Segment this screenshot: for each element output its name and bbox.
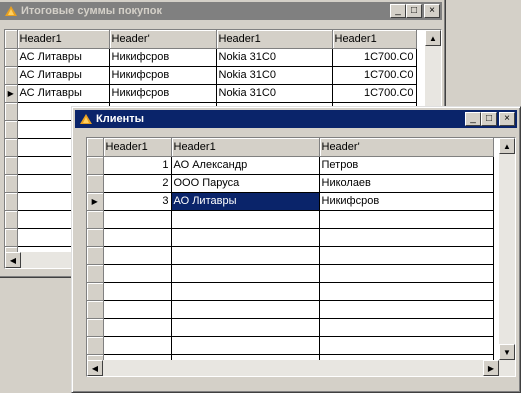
- table-cell[interactable]: 2: [103, 174, 172, 193]
- row-indicator[interactable]: [5, 120, 18, 139]
- row-indicator[interactable]: [87, 228, 104, 247]
- row-indicator[interactable]: [5, 210, 18, 229]
- row-indicator[interactable]: [87, 210, 104, 229]
- app-icon: [5, 6, 17, 16]
- row-indicator[interactable]: [87, 336, 104, 355]
- table-row[interactable]: 2 ООО Паруса Николаев: [87, 174, 494, 193]
- clients-window: Клиенты _ □ × Header1 Header1 Header' 1 …: [71, 106, 521, 393]
- current-row-indicator[interactable]: ▶: [87, 192, 104, 211]
- table-cell[interactable]: 3: [103, 192, 172, 211]
- row-indicator[interactable]: [87, 318, 104, 337]
- clients-grid[interactable]: Header1 Header1 Header' 1 АО Александр П…: [86, 137, 516, 377]
- maximize-button[interactable]: □: [406, 4, 422, 18]
- row-indicator[interactable]: [87, 174, 104, 193]
- table-cell[interactable]: 1С700.С0: [332, 66, 417, 85]
- scroll-up-button[interactable]: ▲: [425, 30, 441, 46]
- scroll-up-button[interactable]: ▲: [499, 138, 515, 154]
- app-icon: [80, 114, 92, 124]
- row-indicator[interactable]: [87, 264, 104, 283]
- row-indicator[interactable]: [5, 138, 18, 157]
- close-button[interactable]: ×: [499, 112, 515, 126]
- row-indicator[interactable]: [5, 174, 18, 193]
- table-cell[interactable]: Петров: [319, 156, 494, 175]
- row-indicator[interactable]: [5, 102, 18, 121]
- table-cell[interactable]: Николаев: [319, 174, 494, 193]
- minimize-button[interactable]: _: [390, 4, 406, 18]
- minimize-button[interactable]: _: [465, 112, 481, 126]
- column-header[interactable]: Header1: [17, 30, 110, 49]
- row-indicator[interactable]: [5, 48, 18, 67]
- table-cell[interactable]: Nokia 31С0: [216, 84, 333, 103]
- column-header[interactable]: Header1: [103, 138, 172, 157]
- table-cell[interactable]: Nokia 31С0: [216, 66, 333, 85]
- horizontal-scrollbar[interactable]: ◀ ▶: [87, 360, 515, 376]
- window-title: Клиенты: [96, 113, 145, 125]
- row-indicator[interactable]: [87, 300, 104, 319]
- vertical-scrollbar[interactable]: ▲ ▼: [499, 138, 515, 360]
- row-indicator[interactable]: [5, 192, 18, 211]
- title-bar[interactable]: Итоговые суммы покупок _ □ ×: [0, 2, 442, 20]
- column-header[interactable]: Header': [109, 30, 217, 49]
- table-cell[interactable]: АО Александр: [171, 156, 320, 175]
- table-row[interactable]: АС Литавры Никифсров Nokia 31С0 1С700.С0: [5, 48, 417, 67]
- row-indicator[interactable]: [5, 66, 18, 85]
- table-cell[interactable]: АС Литавры: [17, 48, 110, 67]
- scroll-left-button[interactable]: ◀: [87, 360, 103, 376]
- window-title: Итоговые суммы покупок: [21, 5, 163, 17]
- table-row[interactable]: ▶ АС Литавры Никифсров Nokia 31С0 1С700.…: [5, 84, 417, 103]
- table-cell[interactable]: ООО Паруса: [171, 174, 320, 193]
- row-indicator[interactable]: [5, 156, 18, 175]
- column-header[interactable]: Header': [319, 138, 494, 157]
- grid-corner: [5, 30, 18, 49]
- table-cell-selected[interactable]: АО Литавры: [171, 192, 320, 211]
- table-row[interactable]: 1 АО Александр Петров: [87, 156, 494, 175]
- scroll-down-button[interactable]: ▼: [499, 344, 515, 360]
- table-cell[interactable]: Никифсров: [109, 48, 217, 67]
- scroll-left-button[interactable]: ◀: [5, 252, 21, 268]
- column-header[interactable]: Header1: [216, 30, 333, 49]
- grid-corner: [87, 138, 104, 157]
- table-cell[interactable]: 1С700.С0: [332, 84, 417, 103]
- table-cell[interactable]: Nokia 31С0: [216, 48, 333, 67]
- maximize-button[interactable]: □: [481, 112, 497, 126]
- row-indicator[interactable]: [5, 228, 18, 247]
- current-row-indicator[interactable]: ▶: [5, 84, 18, 103]
- table-cell[interactable]: 1С700.С0: [332, 48, 417, 67]
- row-pointer-icon: ▶: [91, 197, 98, 206]
- row-pointer-icon: ▶: [7, 89, 14, 98]
- row-indicator[interactable]: [87, 156, 104, 175]
- table-row[interactable]: АС Литавры Никифсров Nokia 31С0 1С700.С0: [5, 66, 417, 85]
- table-row-selected[interactable]: ▶ 3 АО Литавры Никифсров: [87, 192, 494, 211]
- table-cell[interactable]: АС Литавры: [17, 84, 110, 103]
- row-indicator[interactable]: [87, 282, 104, 301]
- table-cell[interactable]: АС Литавры: [17, 66, 110, 85]
- table-cell[interactable]: Никифсров: [109, 66, 217, 85]
- column-header[interactable]: Header1: [171, 138, 320, 157]
- table-cell[interactable]: 1: [103, 156, 172, 175]
- column-header[interactable]: Header1: [332, 30, 417, 49]
- close-button[interactable]: ×: [424, 4, 440, 18]
- table-cell[interactable]: Никифсров: [109, 84, 217, 103]
- title-bar[interactable]: Клиенты _ □ ×: [75, 110, 517, 128]
- scroll-right-button[interactable]: ▶: [483, 360, 499, 376]
- table-cell[interactable]: Никифсров: [319, 192, 494, 211]
- row-indicator[interactable]: [87, 246, 104, 265]
